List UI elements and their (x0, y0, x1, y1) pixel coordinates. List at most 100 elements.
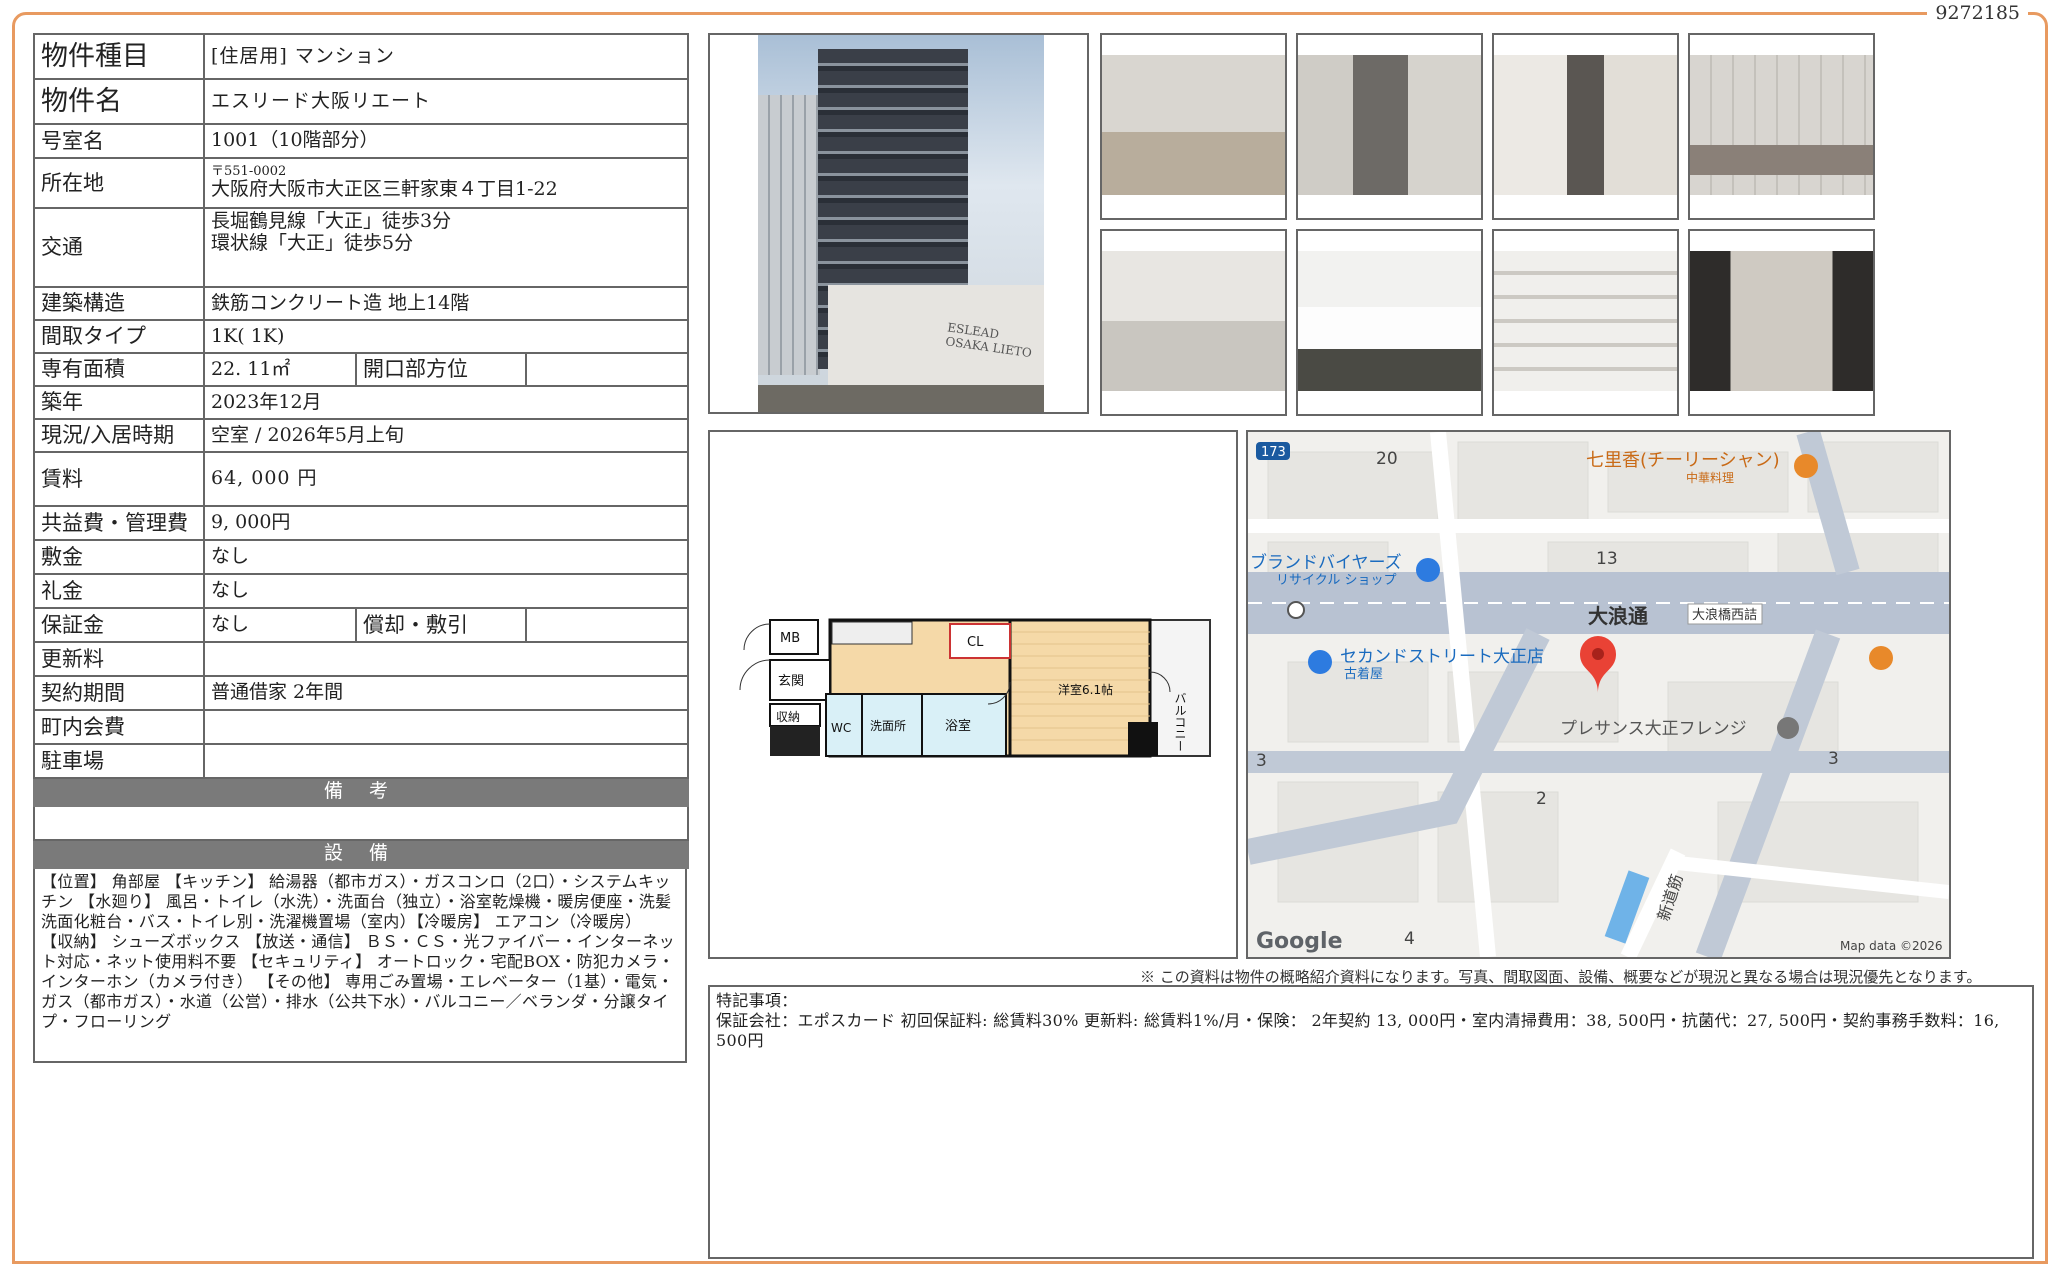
map-label-shop1-type: リサイクル ショップ (1276, 573, 1396, 588)
row-area: 専有面積 22. 11㎡ 開口部方位 (33, 352, 690, 387)
address-value: 大阪府大阪市大正区三軒家東４丁目1-22 (211, 178, 558, 201)
pillar (1128, 722, 1158, 756)
row-mgmt: 共益費・管理費 9, 000円 (33, 505, 690, 541)
building-ground (758, 385, 1044, 412)
guarantee-label: 保証金 (33, 607, 205, 643)
map-label-restaurant-type: 中華料理 (1686, 470, 1734, 485)
remarks-row (32, 805, 690, 841)
room-label-mb: MB (780, 631, 800, 646)
building-pin-icon[interactable] (1777, 717, 1799, 739)
address-cell: 〒551-0002 大阪府大阪市大正区三軒家東４丁目1-22 (202, 157, 690, 209)
room-label-cl: CL (967, 635, 984, 650)
map-label-shop2[interactable]: セカンドストリート大正店 (1340, 647, 1544, 667)
contract-value: 普通借家 2年間 (202, 675, 690, 711)
room-label-balcony: バルコニー (1173, 692, 1187, 752)
map-label-avenue: 大浪通 (1588, 604, 1648, 628)
property-info: 物件種目 [住居用] マンション 物件名 エスリード大阪リエート 号室名 100… (32, 33, 690, 1063)
deposit-label: 敷金 (33, 539, 205, 575)
map-label-restaurant[interactable]: 七里香(チーリーシャン) (1586, 450, 1780, 471)
building-photo-frame: ESLEAD OSAKA LIETO (708, 33, 1089, 414)
remarks-value (32, 805, 690, 841)
map-block-20: 20 (1376, 449, 1398, 469)
interior-photo-bath (1100, 229, 1287, 416)
room-label-western: 洋室6.1帖 (1058, 682, 1113, 697)
map-label-shop1[interactable]: ブランドバイヤーズ (1250, 552, 1402, 573)
structure-value: 鉄筋コンクリート造 地上14階 (202, 286, 690, 321)
area-label: 専有面積 (33, 352, 205, 387)
notes-body: 保証会社：エポスカード 初回保証料: 総賃料30% 更新料: 総賃料1%/月・保… (716, 1011, 2000, 1050)
kitchen-counter (831, 621, 913, 645)
row-transit: 交通 長堀鶴見線「大正」徒歩3分 環状線「大正」徒歩5分 (33, 207, 690, 288)
wall-block (770, 726, 820, 756)
row-built: 築年 2023年12月 (33, 385, 690, 420)
zip-code: 〒551-0002 (211, 163, 287, 179)
neighbor-building (758, 95, 820, 375)
row-key-money: 礼金 なし (33, 573, 690, 609)
type-value: [住居用] マンション (202, 33, 690, 80)
map-label-building[interactable]: プレサンス大正フレンジ (1560, 719, 1747, 739)
town-fee-label: 町内会費 (33, 709, 205, 745)
location-map[interactable]: 173 20 13 3 3 2 4 七里香(チーリーシャン) 中華料理 ブランド… (1246, 430, 1951, 959)
key-money-label: 礼金 (33, 573, 205, 609)
amortization-value (524, 607, 690, 643)
structure-label: 建築構造 (33, 286, 205, 321)
room-label-washroom: 洗面所 (870, 719, 906, 733)
orientation-label: 開口部方位 (355, 352, 527, 387)
interior-photo-kitchen (1688, 33, 1875, 220)
cafe-pin-icon[interactable] (1869, 646, 1893, 670)
parking-label: 駐車場 (33, 743, 205, 779)
town-fee-value (202, 709, 690, 745)
interior-photo-window (1296, 33, 1483, 220)
row-name: 物件名 エスリード大阪リエート (33, 78, 690, 125)
row-contract: 契約期間 普通借家 2年間 (33, 675, 690, 711)
remarks-header: 備 考 (32, 777, 690, 807)
status-label: 現況/入居時期 (33, 418, 205, 453)
map-block-4: 4 (1404, 929, 1415, 949)
map-credit: Map data ©2026 (1840, 939, 1943, 953)
room-label-entrance: 玄関 (778, 674, 804, 689)
row-rent: 賃料 64, 000 円 (33, 451, 690, 507)
deposit-value: なし (202, 539, 690, 575)
rent-label: 賃料 (33, 451, 205, 507)
row-status: 現況/入居時期 空室 / 2026年5月上旬 (33, 418, 690, 453)
room-value: 1001（10階部分） (202, 123, 690, 159)
address-label: 所在地 (33, 157, 205, 209)
room-label-bathroom: 浴室 (945, 718, 971, 734)
key-money-value: なし (202, 573, 690, 609)
type-label: 物件種目 (33, 33, 205, 80)
floor-plan-frame: MB CL 玄関 収納 WC 洗面所 浴室 洋室6.1帖 バルコニー (708, 430, 1238, 959)
google-logo: Google (1256, 929, 1343, 954)
orientation-value (524, 352, 690, 387)
shop2-pin-icon[interactable] (1308, 650, 1332, 674)
interior-photo-room (1100, 33, 1287, 220)
status-value: 空室 / 2026年5月上旬 (202, 418, 690, 453)
building-photo: ESLEAD OSAKA LIETO (758, 35, 1044, 412)
map-canvas[interactable]: 173 20 13 3 3 2 4 七里香(チーリーシャン) 中華料理 ブランド… (1248, 432, 1949, 957)
map-block-2: 2 (1536, 789, 1547, 809)
equipment-header-row: 設 備 (32, 839, 690, 869)
remarks-header-row: 備 考 (32, 777, 690, 807)
shop1-pin-icon[interactable] (1416, 558, 1440, 582)
amortization-label: 償却・敷引 (355, 607, 527, 643)
transit-label: 交通 (33, 207, 205, 288)
disclaimer: ※ この資料は物件の概略紹介資料になります。写真、間取図面、設備、概要などが現況… (1140, 968, 1982, 986)
rent-value: 64, 000 円 (202, 451, 690, 507)
transit-cell: 長堀鶴見線「大正」徒歩3分 環状線「大正」徒歩5分 (202, 207, 690, 288)
built-label: 築年 (33, 385, 205, 420)
row-type: 物件種目 [住居用] マンション (33, 33, 690, 80)
room-label-wc: WC (831, 721, 851, 735)
interior-photo-aircon (1296, 229, 1483, 416)
equipment-header: 設 備 (32, 839, 690, 869)
property-name: エスリード大阪リエート (202, 78, 690, 125)
interior-photo-washroom (1492, 33, 1679, 220)
property-info-table: 物件種目 [住居用] マンション 物件名 エスリード大阪リエート 号室名 100… (32, 33, 690, 869)
transit-line-1: 長堀鶴見線「大正」徒歩3分 (211, 210, 452, 232)
document-id: 9272185 (1927, 2, 2028, 24)
row-guarantee: 保証金 なし 償却・敷引 (33, 607, 690, 643)
notes-title: 特記事項： (716, 991, 798, 1010)
bus-stop-icon (1287, 601, 1305, 619)
restaurant-pin-icon[interactable] (1794, 454, 1818, 478)
contract-label: 契約期間 (33, 675, 205, 711)
map-block-13: 13 (1596, 549, 1618, 569)
room-label-storage: 収納 (776, 710, 800, 724)
